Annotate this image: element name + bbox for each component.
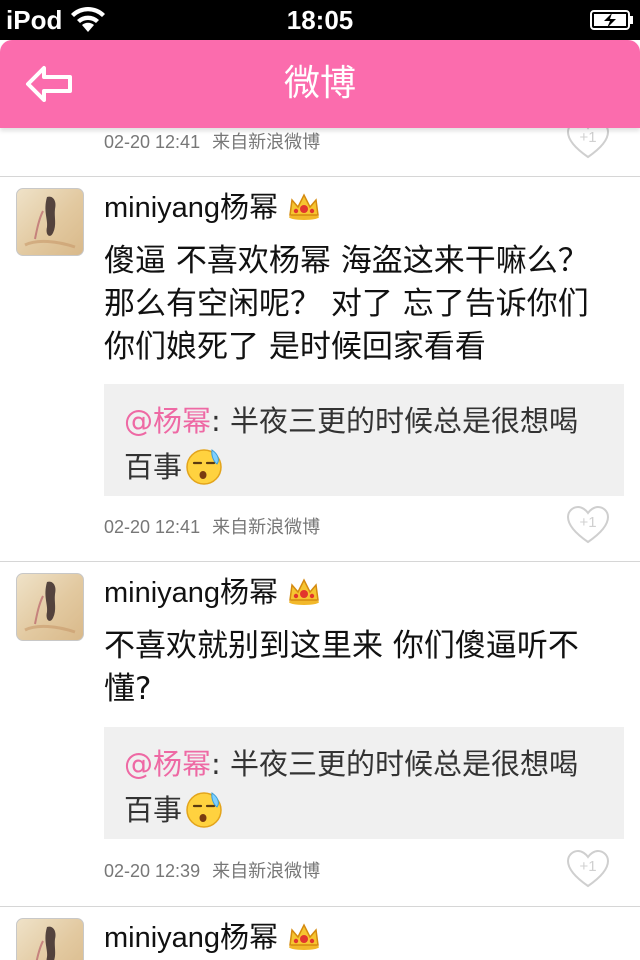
divider [0, 906, 640, 907]
crown-vip-icon [289, 578, 320, 606]
divider [0, 176, 640, 177]
post-time: 02-20 12:41 [104, 517, 201, 537]
avatar[interactable] [16, 188, 84, 256]
weibo-post[interactable]: miniyang杨幂 不喜欢就别到这里来 你们傻逼听不懂? @杨幂: 半夜三更的… [0, 563, 640, 907]
username[interactable]: miniyang杨幂 [104, 573, 320, 613]
post-content: 不喜欢就别到这里来 你们傻逼听不懂? [104, 628, 579, 707]
weibo-feed[interactable]: 02-20 12:41 来自新浪微博 +1 miniyang杨幂 傻逼 不喜欢杨幂… [0, 128, 640, 960]
sleepy-face-emoji-icon [186, 792, 222, 828]
post-meta: 02-20 12:39 来自新浪微博 [104, 857, 320, 887]
like-plus-one-button[interactable]: +1 [566, 505, 610, 545]
avatar[interactable] [16, 918, 84, 960]
divider [0, 561, 640, 562]
username-text: miniyang杨幂 [104, 192, 279, 224]
avatar-image [35, 926, 56, 960]
username-text: miniyang杨幂 [104, 922, 279, 954]
post-meta: 02-20 12:41 来自新浪微博 [104, 128, 320, 158]
weibo-post[interactable]: miniyang杨幂 傻逼 不喜欢杨幂 海盗这来干嘛么？那么有空闲呢？ 对了 忘… [0, 178, 640, 562]
repost-box[interactable]: @杨幂: 半夜三更的时候总是很想喝百事 [104, 384, 624, 496]
status-bar: iPod 18:05 [0, 0, 640, 40]
weibo-post[interactable]: miniyang杨幂 [0, 908, 640, 960]
nav-bar: 微博 [0, 40, 640, 128]
like-label: +1 [579, 858, 596, 875]
like-label: +1 [579, 514, 596, 531]
avatar-image [24, 196, 76, 249]
mention-link[interactable]: @杨幂 [124, 747, 211, 781]
mention-link[interactable]: @杨幂 [124, 404, 211, 438]
like-plus-one-button[interactable]: +1 [566, 128, 610, 160]
post-source: 来自新浪微博 [212, 132, 321, 152]
username[interactable]: miniyang杨幂 [104, 918, 320, 958]
post-meta: 02-20 12:41 来自新浪微博 [104, 513, 320, 543]
page-title: 微博 [283, 63, 356, 104]
post-time: 02-20 12:41 [104, 132, 201, 152]
like-plus-one-button[interactable]: +1 [566, 849, 610, 889]
username-text: miniyang杨幂 [104, 577, 279, 609]
username[interactable]: miniyang杨幂 [104, 188, 320, 228]
like-label: +1 [579, 129, 596, 146]
post-source: 来自新浪微博 [212, 517, 321, 537]
clock: 18:05 [286, 5, 354, 35]
repost-box[interactable]: @杨幂: 半夜三更的时候总是很想喝百事 [104, 727, 624, 839]
post-time: 02-20 12:39 [104, 861, 201, 881]
sleepy-face-emoji-icon [186, 449, 222, 485]
crown-vip-icon [289, 923, 320, 951]
crown-vip-icon [289, 193, 320, 221]
battery-charging-icon [590, 10, 633, 30]
avatar-image [24, 581, 76, 634]
post-content: 傻逼 不喜欢杨幂 海盗这来干嘛么？那么有空闲呢？ 对了 忘了告诉你们 你们娘死了… [104, 243, 589, 365]
avatar[interactable] [16, 573, 84, 641]
post-source: 来自新浪微博 [212, 861, 321, 881]
